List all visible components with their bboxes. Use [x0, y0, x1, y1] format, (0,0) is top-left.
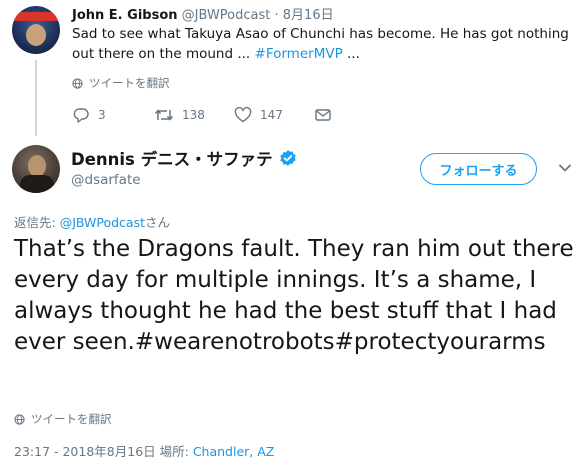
chevron-down-icon[interactable] — [557, 160, 573, 176]
author-handle[interactable]: @dsarfate — [71, 172, 141, 188]
tweet-text: That’s the Dragons fault. They ran him o… — [14, 234, 584, 358]
reply-handle-link[interactable]: @JBWPodcast — [60, 215, 145, 230]
like-button[interactable]: 147 — [234, 107, 283, 123]
globe-icon — [72, 77, 83, 89]
direct-message-button[interactable] — [314, 107, 332, 123]
main-translate-link[interactable]: ツイートを翻訳 — [14, 411, 112, 427]
parent-text-ellipsis: ... — [342, 46, 360, 62]
reply-icon — [73, 108, 89, 123]
parent-action-bar: 3 138 147 — [72, 107, 372, 125]
avatar-face — [28, 155, 46, 177]
tweet-hashtags[interactable]: #wearenotrobots#protectyourarms — [135, 329, 546, 355]
avatar-body — [20, 175, 54, 193]
envelope-icon — [315, 109, 331, 121]
translate-label: ツイートを翻訳 — [89, 76, 170, 90]
parent-hashtag[interactable]: #FormerMVP — [255, 46, 343, 62]
parent-translate-link[interactable]: ツイートを翻訳 — [72, 75, 170, 91]
parent-handle[interactable]: @JBWPodcast — [182, 8, 271, 23]
reply-suffix: さん — [144, 215, 170, 230]
author-name-row[interactable]: Dennis デニス・サファテ — [71, 146, 297, 170]
reply-prefix: 返信先: — [14, 215, 60, 230]
like-count: 147 — [260, 108, 283, 122]
author-display-name[interactable]: Dennis デニス・サファテ — [71, 146, 273, 170]
translate-label: ツイートを翻訳 — [31, 412, 112, 426]
tweet-timestamp[interactable]: 23:17 - 2018年8月16日 — [14, 444, 156, 459]
location-link[interactable]: Chandler, AZ — [193, 444, 275, 459]
parent-date[interactable]: 8月16日 — [283, 8, 334, 23]
reply-button[interactable]: 3 — [72, 107, 106, 123]
retweet-button[interactable]: 138 — [154, 107, 205, 123]
parent-tweet-header: John E. Gibson @JBWPodcast · 8月16日 — [72, 4, 334, 23]
avatar-face — [26, 24, 46, 46]
thread-connector — [35, 60, 37, 136]
header-separator: · — [270, 8, 283, 23]
parent-display-name[interactable]: John E. Gibson — [72, 8, 178, 23]
heart-icon — [234, 107, 252, 123]
reply-context: 返信先: @JBWPodcastさん — [14, 212, 170, 231]
verified-badge-icon — [279, 150, 296, 166]
follow-button[interactable]: フォローする — [420, 153, 537, 185]
parent-tweet-text: Sad to see what Takuya Asao of Chunchi h… — [72, 24, 572, 64]
avatar[interactable] — [12, 145, 60, 193]
retweet-count: 138 — [182, 108, 205, 122]
tweet-metadata: 23:17 - 2018年8月16日 場所: Chandler, AZ — [14, 441, 274, 460]
location-label: 場所: — [155, 444, 193, 459]
avatar[interactable] — [12, 6, 60, 54]
avatar-banner — [12, 12, 60, 21]
retweet-icon — [154, 109, 174, 121]
reply-count: 3 — [98, 108, 106, 122]
globe-icon — [14, 413, 25, 425]
